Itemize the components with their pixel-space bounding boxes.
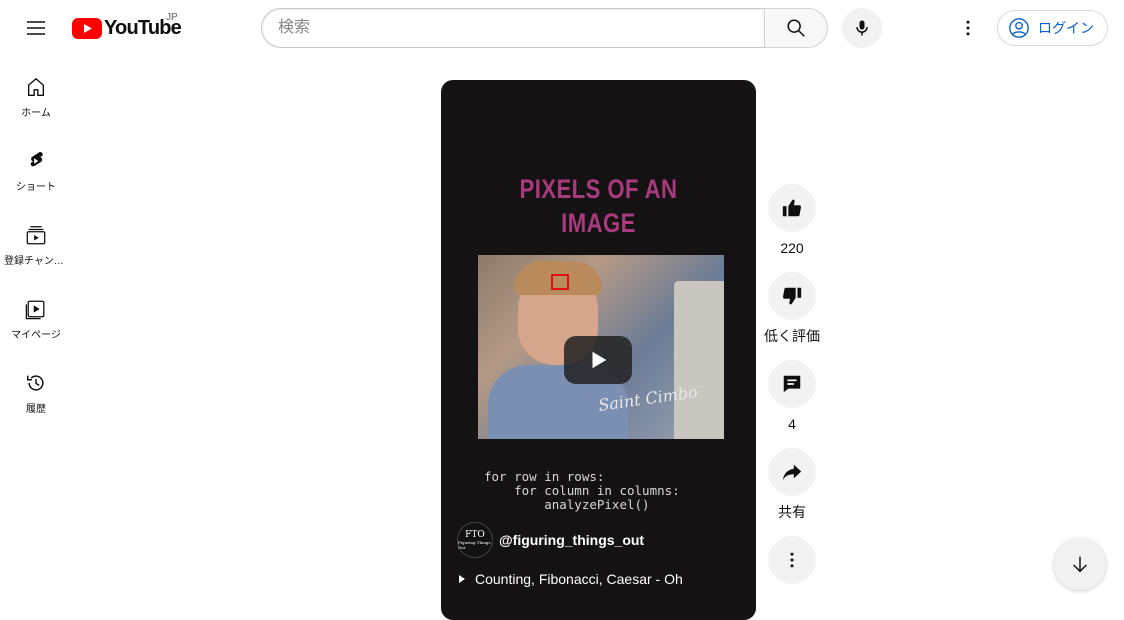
mini-guide: ホーム ショート 登録チャンネル マイページ 履歴 [0, 56, 72, 426]
next-video-button[interactable] [1054, 538, 1106, 590]
code-snippet: for row in rows: for column in columns: … [484, 469, 680, 512]
dislike-label: 低く評価 [764, 328, 820, 344]
sidebar-item-label: マイページ [11, 330, 61, 341]
video-frame-title: PIXELS OF AN IMAGE [519, 174, 678, 238]
share-label: 共有 [778, 504, 806, 520]
avatar-text: FTO [465, 529, 485, 540]
avatar-subtext: Figuring Things Out [458, 539, 491, 550]
masthead: YouTube JP ログイン [0, 0, 1124, 56]
like-button[interactable] [768, 184, 816, 232]
hamburger-icon [27, 21, 45, 35]
more-actions-button[interactable] [768, 536, 816, 584]
sidebar-item-label: ホーム [21, 108, 51, 119]
voice-search-button[interactable] [842, 8, 882, 48]
search-box [261, 8, 828, 48]
sidebar-item-label: ショート [16, 182, 56, 193]
share-action: 共有 [766, 448, 818, 522]
channel-info[interactable]: FTO Figuring Things Out @figuring_things… [457, 522, 644, 558]
comment-icon [783, 375, 801, 393]
comments-button[interactable] [768, 360, 816, 408]
pixel-highlight-box [551, 274, 569, 290]
sidebar-item-home[interactable]: ホーム [0, 56, 72, 130]
subscriptions-icon [26, 226, 46, 245]
search-input[interactable] [261, 8, 764, 48]
channel-handle[interactable]: @figuring_things_out [499, 532, 644, 548]
comment-action: 4 [766, 360, 818, 434]
short-video-player[interactable]: PIXELS OF AN IMAGE Saint Cimbo for row i… [441, 80, 756, 620]
sidebar-item-library[interactable]: マイページ [0, 278, 72, 352]
playlist-title: Counting, Fibonacci, Caesar - Oh [475, 571, 683, 587]
more-vert-icon [790, 552, 794, 568]
play-icon [592, 351, 607, 369]
login-button[interactable]: ログイン [997, 10, 1108, 46]
sidebar-item-subscriptions[interactable]: 登録チャンネル [0, 204, 72, 278]
share-button[interactable] [768, 448, 816, 496]
comment-count: 4 [788, 416, 796, 432]
computer-monitor-shape [674, 281, 724, 439]
more-action [766, 536, 818, 584]
channel-avatar[interactable]: FTO Figuring Things Out [457, 522, 493, 558]
like-count: 220 [780, 240, 804, 256]
sidebar-item-shorts[interactable]: ショート [0, 130, 72, 204]
playlist-link[interactable]: Counting, Fibonacci, Caesar - Oh [457, 571, 683, 587]
guide-menu-button[interactable] [16, 8, 56, 48]
action-bar: 220 低く評価 4 共有 [764, 184, 820, 584]
youtube-logo[interactable]: YouTube [72, 14, 182, 42]
region-code: JP [166, 12, 178, 23]
microphone-icon [856, 20, 868, 36]
settings-more-button[interactable] [948, 8, 988, 48]
library-icon [25, 300, 45, 320]
thumbs-up-icon [782, 199, 802, 217]
more-vert-icon [966, 20, 970, 36]
search-icon [787, 19, 805, 37]
history-icon [27, 375, 44, 391]
home-icon [27, 77, 45, 96]
search-button[interactable] [764, 8, 828, 48]
arrow-down-icon [1073, 556, 1087, 573]
share-icon [782, 464, 802, 481]
account-circle-icon [1009, 18, 1029, 38]
like-action: 220 [766, 184, 818, 258]
login-label: ログイン [1038, 20, 1094, 36]
dislike-action: 低く評価 [764, 272, 820, 346]
shorts-icon [30, 152, 43, 167]
playlist-play-icon [459, 575, 465, 583]
sidebar-item-label: 登録チャンネル [4, 256, 68, 267]
sidebar-item-label: 履歴 [26, 404, 46, 415]
play-button[interactable] [564, 336, 632, 384]
dislike-button[interactable] [768, 272, 816, 320]
thumbs-down-icon [782, 287, 802, 305]
youtube-play-logo-icon [72, 17, 102, 39]
sidebar-item-history[interactable]: 履歴 [0, 352, 72, 426]
